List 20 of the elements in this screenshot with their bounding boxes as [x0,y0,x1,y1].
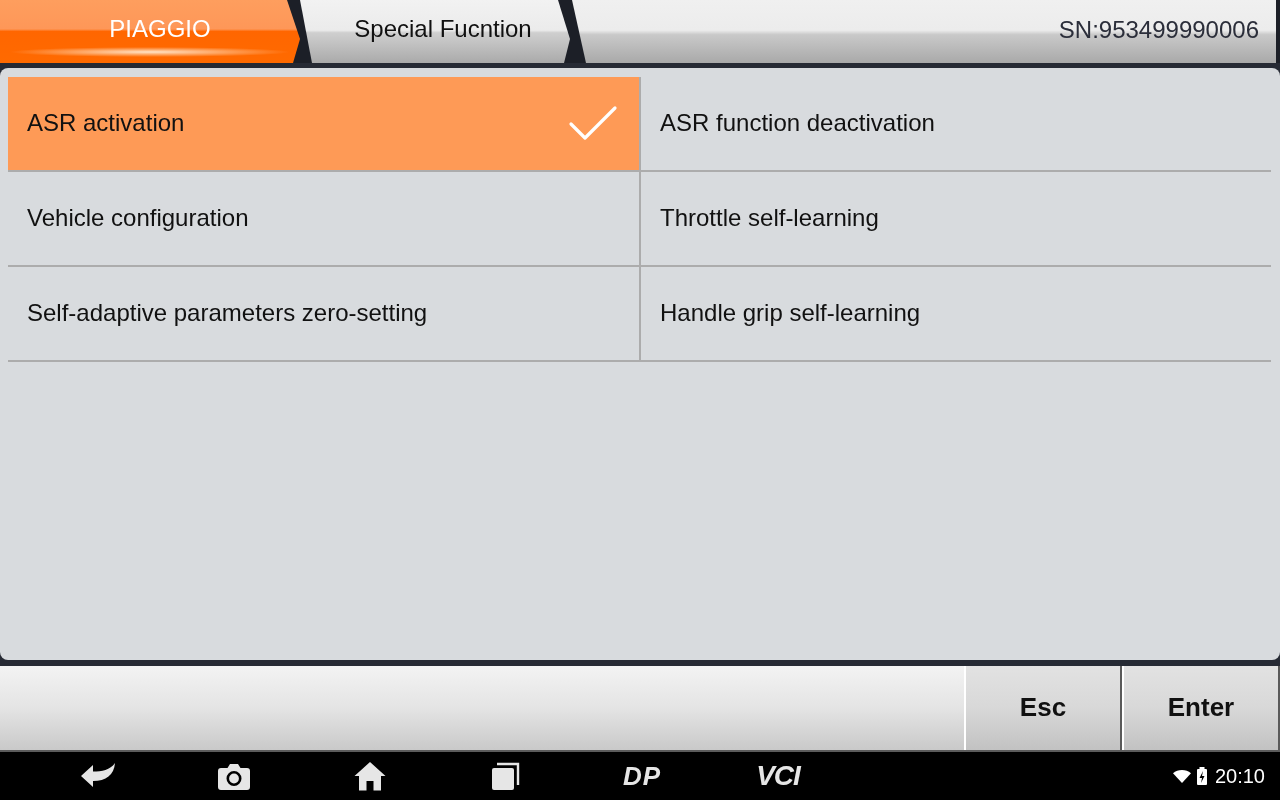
back-icon[interactable] [80,762,116,790]
battery-charging-icon [1196,767,1207,785]
checkmark-icon [568,104,618,141]
action-button[interactable]: Enter [1122,666,1278,750]
function-item[interactable]: Throttle self-learning [641,172,1271,267]
function-item[interactable]: Vehicle configuration [8,172,641,267]
function-item[interactable]: ASR function deactivation [641,77,1271,172]
action-button[interactable]: Esc [964,666,1120,750]
function-item[interactable]: Self-adaptive parameters zero-setting [8,267,641,362]
camera-icon[interactable] [218,762,250,790]
breadcrumb-tab[interactable]: Special Fucntion [300,0,572,63]
home-icon[interactable] [354,761,386,791]
serial-number: SN:953499990006 [1058,15,1259,44]
clock-time: 20:10 [1214,764,1265,788]
app-shortcut[interactable]: VCI [756,762,800,790]
wifi-icon [1172,769,1191,783]
function-item[interactable]: Handle grip self-learning [641,267,1271,362]
function-item[interactable]: ASR activation [8,77,641,172]
recent-apps-icon[interactable] [492,762,520,790]
app-shortcut[interactable]: DP [622,763,662,789]
